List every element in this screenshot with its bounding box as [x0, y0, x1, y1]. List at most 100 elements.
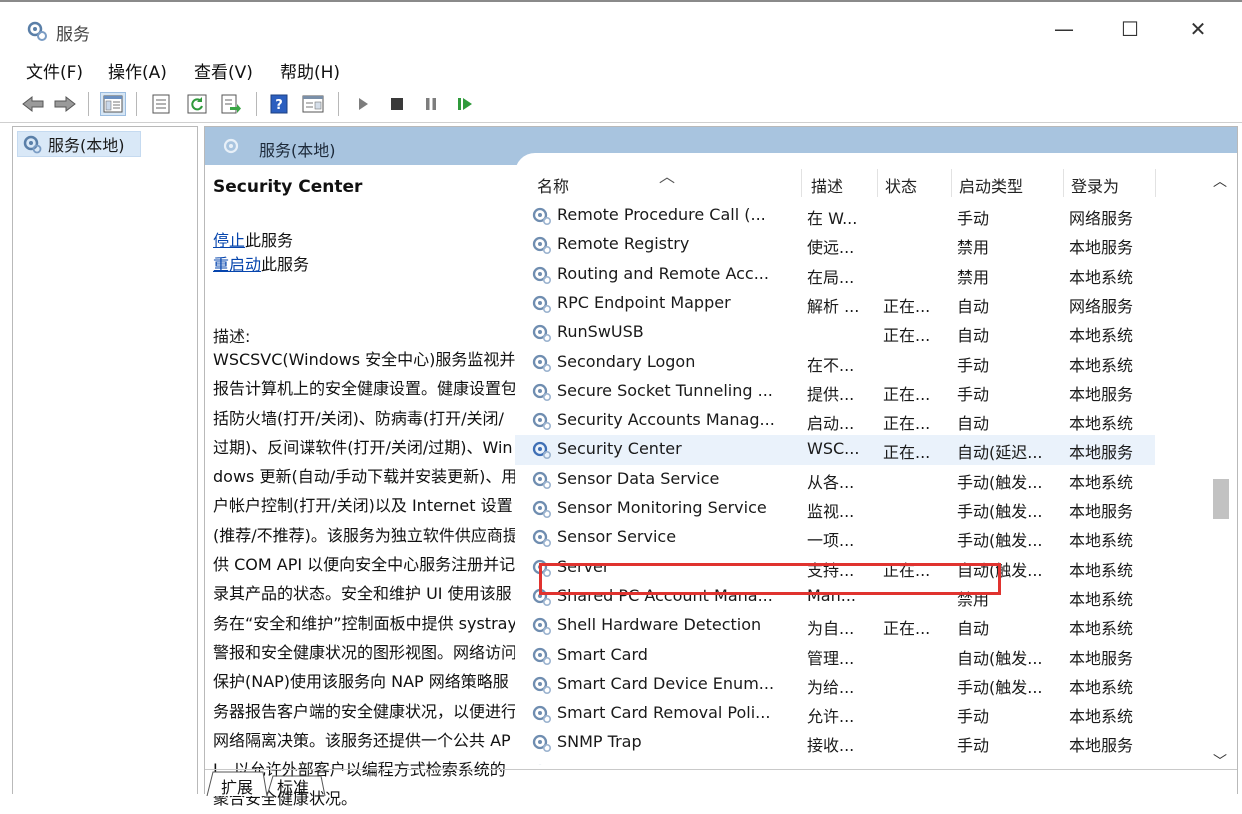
- service-gear-icon: [531, 411, 553, 431]
- service-row[interactable]: Security Accounts Manag... 启动... 正在... 自动 本地…: [515, 406, 1155, 435]
- service-logon: 本地系统: [1069, 326, 1134, 346]
- sort-arrow-icon: ︿: [659, 167, 676, 186]
- service-startup-type: 手动: [957, 209, 990, 228]
- service-logon: 本地服务: [1069, 384, 1134, 404]
- service-gear-icon: [531, 763, 553, 765]
- service-description: 允许...: [807, 707, 855, 727]
- service-gear-icon: [531, 353, 553, 373]
- back-icon[interactable]: [20, 92, 46, 116]
- column-header-description[interactable]: 描述: [811, 173, 843, 197]
- service-row[interactable]: Remote Registry 使远... 禁用 本地服务: [515, 230, 1155, 259]
- service-status: 正在...: [883, 296, 931, 316]
- start-icon[interactable]: [350, 92, 376, 116]
- service-row[interactable]: SNMP Trap 接收... 手动 本地服务: [515, 728, 1155, 757]
- service-row[interactable]: RPC Endpoint Mapper 解析 ... 正在... 自动 网络服务: [515, 289, 1155, 318]
- service-gear-icon: [531, 733, 553, 753]
- stop-service-link[interactable]: 停止: [213, 231, 245, 250]
- column-header-status[interactable]: 状态: [885, 173, 917, 197]
- service-gear-icon: [531, 528, 553, 548]
- service-row[interactable]: Smart Card Removal Poli... 允许... 手动 本地系统: [515, 699, 1155, 728]
- description-text: WSCSVC(Windows 安全中心)服务监视并报告计算机上的安全健康设置。健…: [213, 350, 519, 809]
- service-row[interactable]: Smart Card Device Enum... 为给... 手动(触发... 本地…: [515, 670, 1155, 699]
- pause-icon[interactable]: [418, 92, 444, 116]
- service-name: SNMP Trap: [557, 732, 642, 752]
- properties-icon[interactable]: [148, 92, 174, 116]
- column-header-startup[interactable]: 启动类型: [959, 173, 1023, 197]
- forward-icon[interactable]: [52, 92, 78, 116]
- stop-service-row: 停止此服务: [213, 227, 293, 251]
- stop-icon[interactable]: [384, 92, 410, 116]
- service-startup-type: 自动(触发...: [957, 648, 1043, 668]
- service-name: Shell Hardware Detection: [557, 615, 762, 635]
- service-logon: 本地系统: [1069, 589, 1134, 609]
- column-header-logon[interactable]: 登录为: [1071, 173, 1119, 197]
- service-startup-type: 自动: [957, 326, 990, 346]
- service-startup-type: 自动(延迟...: [957, 762, 1065, 765]
- service-description: 启动...: [807, 414, 855, 434]
- window-title: 服务: [56, 25, 90, 45]
- service-row[interactable]: Routing and Remote Acc... 在局... 禁用 本地系统: [515, 260, 1155, 289]
- service-name: Software Protection: [557, 762, 807, 765]
- tab-standard[interactable]: 标准: [277, 774, 309, 798]
- service-row[interactable]: Smart Card 管理... 自动(触发... 本地服务: [515, 641, 1155, 670]
- title-bar: 服务 — ☐ ✕: [0, 0, 1242, 52]
- tab-extended[interactable]: 扩展: [221, 774, 253, 798]
- service-gear-icon: [531, 265, 553, 285]
- toolbar: ?: [0, 86, 1242, 123]
- highlight-box: [539, 563, 1001, 595]
- service-startup-type: 自动: [957, 414, 990, 434]
- menu-file[interactable]: 文件(F): [26, 58, 83, 83]
- stop-service-suffix: 此服务: [245, 231, 294, 250]
- toolbar-separator: [136, 92, 137, 116]
- resume-icon[interactable]: [452, 92, 478, 116]
- maximize-button[interactable]: ☐: [1110, 12, 1150, 46]
- column-header-name[interactable]: 名称: [537, 173, 569, 197]
- menu-view[interactable]: 查看(V): [194, 58, 253, 83]
- scroll-down-icon[interactable]: ﹀: [1213, 751, 1227, 771]
- service-row[interactable]: Security Center WSC... 正在... 自动(延迟... 本地服务: [515, 435, 1155, 465]
- column-divider: [877, 169, 878, 197]
- scroll-thumb[interactable]: [1213, 479, 1229, 519]
- service-description: 在不...: [807, 355, 855, 375]
- toolbar-separator: [338, 92, 339, 116]
- service-logon: 本地系统: [1069, 355, 1134, 375]
- service-gear-icon: [531, 440, 553, 460]
- service-row[interactable]: Shell Hardware Detection 为自... 正在... 自动 本地系统: [515, 611, 1155, 640]
- column-divider: [801, 169, 802, 197]
- show-hide-tree-icon[interactable]: [100, 92, 126, 116]
- export-icon[interactable]: [218, 92, 244, 116]
- vertical-scrollbar[interactable]: ︿ ﹀: [1209, 167, 1233, 777]
- console-icon[interactable]: [300, 92, 326, 116]
- service-logon: 本地系统: [1069, 414, 1134, 434]
- service-row[interactable]: Remote Procedure Call (... 在 W... 手动 网络服务: [515, 201, 1155, 230]
- close-button[interactable]: ✕: [1178, 12, 1218, 46]
- service-row[interactable]: Secure Socket Tunneling ... 提供... 正在... 手动 本…: [515, 377, 1155, 406]
- service-logon: 本地系统: [1069, 267, 1134, 287]
- service-row[interactable]: Sensor Monitoring Service 监视... 手动(触发... 本地…: [515, 494, 1155, 523]
- tree-item-services-local[interactable]: 服务(本地): [17, 131, 141, 157]
- menu-action[interactable]: 操作(A): [108, 58, 167, 83]
- service-row[interactable]: RunSwUSB 正在... 自动 本地系统: [515, 318, 1155, 347]
- tree-pane: 服务(本地): [12, 126, 198, 794]
- service-row[interactable]: Secondary Logon 在不... 手动 本地系统: [515, 348, 1155, 377]
- refresh-icon[interactable]: [184, 92, 210, 116]
- service-startup-type: 手动: [957, 355, 990, 375]
- service-row[interactable]: Sensor Service 一项... 手动(触发... 本地系统: [515, 523, 1155, 552]
- service-row[interactable]: Sensor Data Service 从各... 手动(触发... 本地系统: [515, 465, 1155, 494]
- service-status: 正在...: [883, 443, 931, 463]
- help-icon[interactable]: ?: [266, 92, 292, 116]
- service-name: Secure Socket Tunneling ...: [557, 380, 773, 400]
- view-tabs: 扩展 标准: [205, 769, 1237, 798]
- restart-service-link[interactable]: 重启动: [213, 255, 261, 274]
- minimize-button[interactable]: —: [1044, 12, 1084, 46]
- services-panel: 服务(本地) Security Center 停止此服务 重启动此服务 描述: …: [204, 126, 1238, 808]
- scroll-up-icon[interactable]: ︿: [1213, 171, 1227, 191]
- service-gear-icon: [531, 323, 553, 343]
- service-logon: 本地系统: [1069, 560, 1134, 580]
- service-row[interactable]: Software Protection启用... 自动(延迟... 网络服务: [515, 758, 1155, 765]
- service-description: 在 W...: [807, 209, 858, 228]
- service-gear-icon: [531, 499, 553, 519]
- menu-help[interactable]: 帮助(H): [280, 58, 340, 83]
- service-startup-type: 手动(触发...: [957, 472, 1043, 492]
- service-description: 解析 ...: [807, 296, 860, 316]
